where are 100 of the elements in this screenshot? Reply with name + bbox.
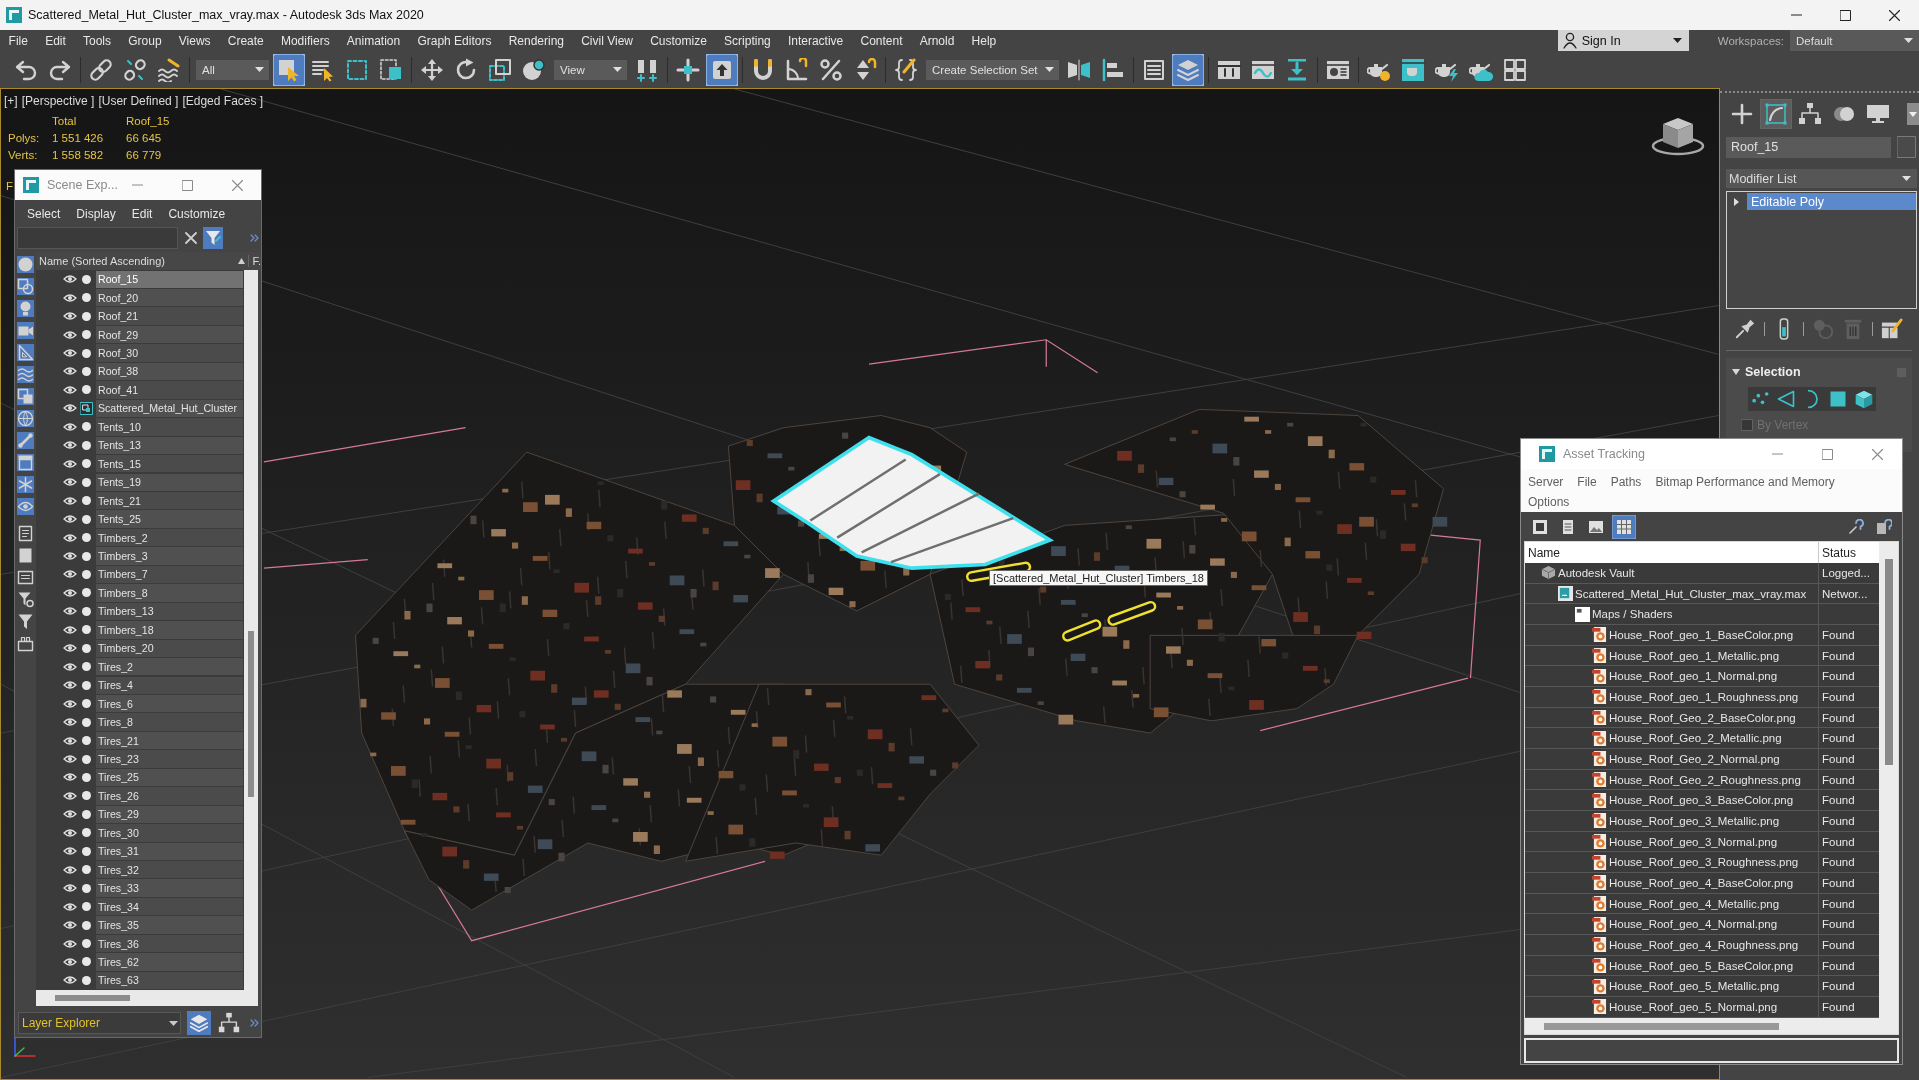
object-name[interactable]: Tires_62 — [96, 953, 243, 971]
object-name[interactable]: Tires_63 — [96, 971, 243, 990]
eye-icon[interactable] — [63, 495, 77, 506]
double-chevron-icon[interactable] — [250, 1019, 259, 1027]
angle-icon[interactable] — [785, 57, 809, 82]
eye-icon[interactable] — [63, 883, 77, 894]
light-bulb-icon[interactable] — [17, 300, 34, 317]
eye-icon[interactable] — [63, 403, 77, 414]
dot-icon[interactable] — [82, 293, 91, 303]
menu-item[interactable]: Edit — [36, 33, 75, 48]
object-name[interactable]: Timbers_2 — [96, 528, 243, 547]
dot-icon[interactable] — [82, 311, 91, 321]
menu-item[interactable]: Civil View — [572, 33, 642, 48]
curve-box-icon[interactable] — [1760, 99, 1792, 129]
sphere-pointer-icon[interactable] — [522, 57, 546, 82]
shapes-icon[interactable] — [17, 278, 34, 295]
sort-arrow-icon[interactable] — [238, 258, 246, 264]
sphere-icon[interactable] — [17, 256, 34, 273]
eye-icon[interactable] — [63, 827, 77, 838]
menu-item[interactable]: File — [0, 33, 37, 48]
modifier-stack-item[interactable]: Editable Poly — [1747, 193, 1916, 210]
scrollbar-thumb[interactable] — [1885, 559, 1893, 765]
eye-icon[interactable] — [63, 698, 77, 709]
dot-icon[interactable] — [82, 625, 91, 635]
object-name[interactable]: Roof_29 — [96, 325, 243, 344]
color-swatch-icon[interactable] — [1897, 136, 1916, 158]
filter-icon[interactable] — [203, 227, 223, 249]
dot-icon[interactable] — [82, 440, 91, 450]
caret-icon[interactable] — [1902, 176, 1911, 181]
menu-item[interactable]: Customize — [168, 207, 226, 221]
dot-icon[interactable] — [82, 699, 91, 709]
menu-item[interactable]: Group — [119, 33, 171, 48]
menu-item[interactable]: Modifiers — [272, 33, 339, 48]
object-name[interactable]: Tires_34 — [96, 897, 243, 916]
eye-icon[interactable] — [63, 938, 77, 949]
layers-icon[interactable] — [187, 1011, 211, 1035]
dot-icon[interactable] — [82, 274, 91, 284]
object-name[interactable]: Tents_25 — [96, 510, 243, 528]
wave-link-icon[interactable] — [157, 57, 181, 82]
workspace-dropdown[interactable]: Default — [1790, 30, 1919, 51]
menu-item[interactable]: Edit — [131, 207, 153, 221]
object-name[interactable]: Roof_30 — [96, 344, 243, 362]
column-header[interactable]: Status — [1819, 542, 1879, 563]
document-icon[interactable] — [1560, 518, 1576, 535]
menu-item[interactable]: Rendering — [500, 33, 573, 48]
menu-item[interactable]: Arnold — [911, 33, 963, 48]
pin-icon[interactable] — [1734, 318, 1756, 340]
lined-document-icon[interactable] — [17, 569, 34, 586]
menu-item[interactable]: Options — [1528, 495, 1570, 509]
explorer-dropdown[interactable]: Layer Explorer — [18, 1012, 181, 1034]
double-chevron-icon[interactable] — [250, 234, 259, 242]
menu-item[interactable]: Help — [962, 33, 1005, 48]
dot-icon[interactable] — [82, 902, 91, 912]
object-name[interactable]: Tires_35 — [96, 916, 243, 934]
toolbar-dropdown[interactable]: All — [196, 59, 269, 80]
eye-icon[interactable] — [63, 587, 77, 598]
horizontal-scrollbar[interactable] — [36, 990, 258, 1006]
eye-icon[interactable] — [63, 920, 77, 931]
question-arrow-icon[interactable] — [1848, 518, 1864, 535]
dashed-square-icon[interactable] — [345, 57, 369, 82]
object-name[interactable]: Tires_30 — [96, 824, 243, 842]
eye-icon[interactable] — [63, 551, 77, 561]
triangle-icon[interactable] — [1776, 389, 1796, 409]
eye-icon[interactable] — [63, 661, 77, 672]
object-name[interactable]: Tires_26 — [96, 787, 243, 805]
dot-icon[interactable] — [82, 920, 91, 930]
object-name[interactable]: Tires_6 — [96, 694, 243, 713]
viewport-label[interactable]: [Perspective ] — [21, 94, 95, 108]
cube-icon[interactable] — [1854, 389, 1874, 409]
sign-in-dropdown[interactable]: Sign In — [1557, 30, 1689, 51]
eye-icon[interactable] — [63, 846, 77, 857]
object-name[interactable]: Tents_15 — [96, 455, 243, 473]
eye-icon[interactable] — [63, 975, 77, 986]
eye-icon[interactable] — [63, 735, 77, 746]
eye-icon[interactable] — [63, 384, 77, 395]
column-header[interactable]: Name (Sorted Ascending) — [36, 255, 239, 267]
object-name[interactable]: Timbers_7 — [96, 565, 243, 584]
pivot-bars-icon[interactable] — [635, 57, 659, 82]
caret-icon[interactable] — [1672, 38, 1682, 43]
eye-icon[interactable] — [63, 292, 77, 303]
eye-icon[interactable] — [63, 311, 77, 322]
plus-icon[interactable] — [1730, 102, 1754, 126]
expand-triangle-icon[interactable] — [1732, 369, 1740, 375]
tray-icon[interactable] — [17, 635, 34, 652]
rollout-title[interactable]: Selection — [1745, 365, 1801, 379]
framed-square-icon[interactable] — [1532, 518, 1548, 535]
horizontal-scrollbar[interactable] — [1525, 1018, 1898, 1034]
four-arrows-icon[interactable] — [420, 57, 444, 82]
eye-icon[interactable] — [63, 421, 77, 432]
dot-icon[interactable] — [82, 883, 91, 893]
object-name[interactable]: Tires_31 — [96, 842, 243, 860]
dot-icon[interactable] — [82, 809, 91, 819]
eye-icon[interactable] — [63, 532, 77, 543]
dot-icon[interactable] — [82, 717, 91, 727]
search-field[interactable] — [17, 227, 178, 249]
box-icon[interactable] — [17, 454, 34, 471]
dot-icon[interactable] — [82, 496, 91, 506]
viewport-label[interactable]: [+] — [4, 94, 18, 108]
object-name[interactable]: Timbers_3 — [96, 547, 243, 565]
menu-item[interactable]: Graph Editors — [408, 33, 501, 48]
